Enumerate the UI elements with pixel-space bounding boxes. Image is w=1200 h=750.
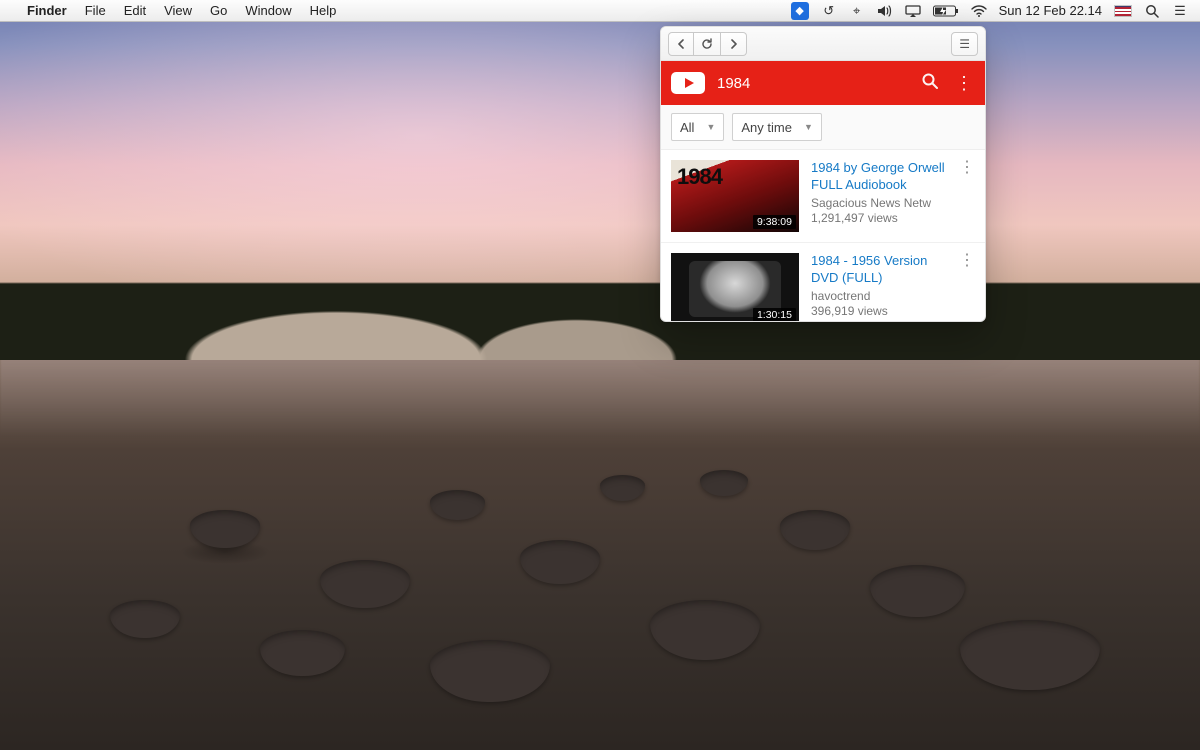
video-views: 1,291,497 views xyxy=(811,211,945,227)
input-source-flag-icon[interactable] xyxy=(1114,5,1132,17)
video-thumbnail[interactable]: 9:38:09 xyxy=(671,160,799,232)
search-result-item[interactable]: 1:30:15 1984 - 1956 Version DVD (FULL) h… xyxy=(661,243,985,321)
popover-scrollbar[interactable] xyxy=(985,55,986,322)
video-duration: 9:38:09 xyxy=(753,215,796,229)
video-title[interactable]: 1984 - 1956 Version DVD (FULL) xyxy=(811,253,945,287)
filter-time-label: Any time xyxy=(741,120,792,135)
volume-icon[interactable] xyxy=(877,5,893,17)
video-channel[interactable]: Sagacious News Netw xyxy=(811,196,945,212)
app-menu[interactable]: Finder xyxy=(18,3,76,18)
nav-reload-button[interactable] xyxy=(694,32,721,56)
notification-center-icon[interactable]: ☰ xyxy=(1172,3,1188,19)
time-machine-icon[interactable]: ↺ xyxy=(821,3,837,19)
search-results[interactable]: 9:38:09 1984 by George Orwell FULL Audio… xyxy=(661,150,985,321)
filter-time-select[interactable]: Any time ▼ xyxy=(732,113,822,141)
filter-type-select[interactable]: All ▼ xyxy=(671,113,724,141)
menu-go[interactable]: Go xyxy=(201,3,236,18)
search-filters: All ▼ Any time ▼ xyxy=(661,105,985,150)
menu-file[interactable]: File xyxy=(76,3,115,18)
nav-back-button[interactable] xyxy=(668,32,694,56)
nav-forward-button[interactable] xyxy=(721,32,747,56)
popover-toolbar: ☰ xyxy=(661,27,985,61)
menubar-app-icon[interactable]: ◆ xyxy=(791,2,809,20)
airplay-icon[interactable] xyxy=(905,5,921,17)
video-title[interactable]: 1984 by George Orwell FULL Audiobook xyxy=(811,160,945,194)
chevron-down-icon: ▼ xyxy=(804,122,813,132)
youtube-popover-window: ☰ 1984 ⋮ All ▼ Any time ▼ 9:38:09 1984 b… xyxy=(660,26,986,322)
popover-menu-button[interactable]: ☰ xyxy=(951,32,978,56)
youtube-more-icon[interactable]: ⋮ xyxy=(953,73,975,94)
chevron-down-icon: ▼ xyxy=(706,122,715,132)
search-icon[interactable] xyxy=(919,72,941,95)
wifi-icon[interactable] xyxy=(971,5,987,17)
menu-window[interactable]: Window xyxy=(236,3,300,18)
menubar-datetime[interactable]: Sun 12 Feb 22.14 xyxy=(999,3,1102,18)
menu-help[interactable]: Help xyxy=(301,3,346,18)
youtube-logo-icon[interactable] xyxy=(671,72,705,94)
filter-type-label: All xyxy=(680,120,694,135)
search-result-item[interactable]: 9:38:09 1984 by George Orwell FULL Audio… xyxy=(661,150,985,243)
video-channel[interactable]: havoctrend xyxy=(811,289,945,305)
scrollbar-thumb[interactable] xyxy=(985,91,986,171)
search-query-text[interactable]: 1984 xyxy=(717,75,907,92)
bluetooth-icon[interactable]: ⌖ xyxy=(849,3,865,19)
video-more-icon[interactable]: ⋮ xyxy=(957,253,977,321)
menu-view[interactable]: View xyxy=(155,3,201,18)
menu-edit[interactable]: Edit xyxy=(115,3,155,18)
spotlight-icon[interactable] xyxy=(1144,4,1160,18)
battery-icon[interactable] xyxy=(933,5,959,17)
youtube-header: 1984 ⋮ xyxy=(661,61,985,105)
video-thumbnail[interactable]: 1:30:15 xyxy=(671,253,799,321)
video-more-icon[interactable]: ⋮ xyxy=(957,160,977,232)
menubar: Finder File Edit View Go Window Help ◆ ↺… xyxy=(0,0,1200,22)
video-views: 396,919 views xyxy=(811,304,945,320)
video-duration: 1:30:15 xyxy=(753,308,796,321)
